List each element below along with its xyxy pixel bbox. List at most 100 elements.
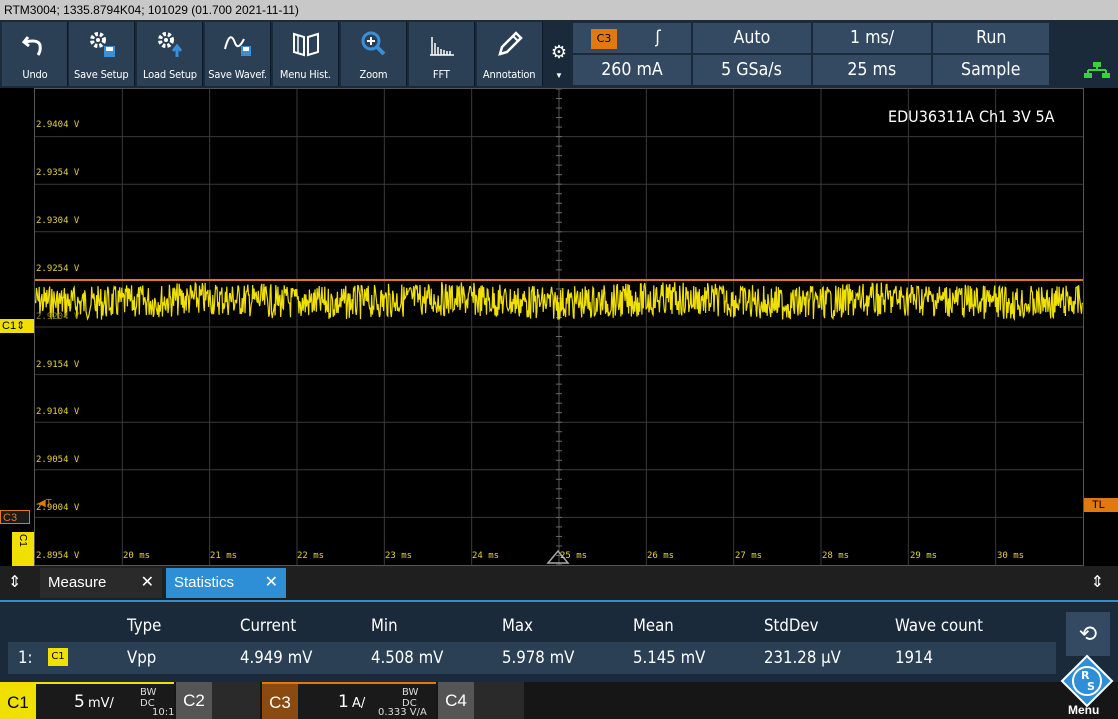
load-setup-button[interactable]: Load Setup [137, 22, 203, 86]
header-mean: Mean [633, 616, 674, 636]
tab-statistics-label: Statistics [174, 574, 235, 591]
sample-rate-cell[interactable]: 5 GSa/s [692, 54, 812, 86]
ch1-scale: 5 [74, 692, 85, 712]
save-setup-button[interactable]: Save Setup [69, 22, 135, 86]
zoom-icon [361, 31, 385, 56]
y-label: 2.9104 V [36, 407, 80, 417]
pencil-icon [497, 31, 523, 56]
trigger-mode-cell[interactable]: Auto [692, 22, 812, 54]
y-label: 2.9204 V [36, 312, 80, 322]
undo-button[interactable]: Undo [2, 22, 68, 86]
trigger-source-cell[interactable]: C3 ʃ [572, 22, 692, 54]
book-icon [292, 32, 319, 57]
tab-measure[interactable]: Measure ✕ [40, 568, 162, 598]
x-label: 25 ms [560, 551, 588, 561]
ch1-side-label: C1 [17, 534, 28, 547]
network-icon [1084, 62, 1110, 78]
y-label: 2.9054 V [36, 455, 80, 465]
menu-history-button[interactable]: Menu Hist. [273, 22, 339, 86]
x-label: 30 ms [997, 551, 1025, 561]
tl-label: TL [1092, 499, 1105, 511]
x-label: 29 ms [910, 551, 938, 561]
zoom-label: Zoom [359, 68, 388, 81]
undo-icon [21, 36, 42, 56]
refresh-icon: ⟲ [1078, 621, 1098, 646]
x-label: 20 ms [123, 551, 151, 561]
row-index: 1: [18, 648, 33, 668]
cell-min: 4.508 mV [371, 648, 444, 668]
close-icon[interactable]: ✕ [265, 568, 278, 598]
gear-icon: ⚙ [550, 42, 568, 62]
close-icon[interactable]: ✕ [141, 568, 154, 598]
cell-current: 4.949 mV [240, 648, 313, 668]
load-setup-label: Load Setup [142, 68, 197, 81]
expand-left-icon[interactable]: ⇕ [8, 572, 21, 592]
y-label: 2.9254 V [36, 264, 80, 274]
x-label: 24 ms [472, 551, 500, 561]
acquire-mode-cell[interactable]: Sample [932, 54, 1050, 86]
ch1-coupling: BW DC [140, 687, 157, 709]
cell-mean: 5.145 mV [633, 648, 706, 668]
save-setup-label: Save Setup [74, 68, 129, 81]
record-length-cell[interactable]: 25 ms [812, 54, 932, 86]
ch1-marker-label: C1 [2, 320, 17, 332]
header-min: Min [371, 616, 398, 636]
ch3-coupling: BW DC [402, 687, 419, 709]
probe-label: EDU36311A Ch1 3V 5A [888, 107, 1055, 126]
y-label: 2.8954 V [36, 551, 80, 561]
y-label: 2.9304 V [36, 216, 80, 226]
trigger-mode: Auto [733, 27, 771, 48]
timebase-cell[interactable]: 1 ms/ [812, 22, 932, 54]
title-bar: RTM3004; 1335.8794K04; 101029 (01.700 20… [0, 0, 1118, 20]
header-type: Type [127, 616, 162, 636]
run-stop-cell[interactable]: Run [932, 22, 1050, 54]
gear-load-icon [157, 32, 182, 57]
ch1-settings[interactable]: C1 5 mV/ BW DC 10:1 [0, 682, 174, 719]
title-text: RTM3004; 1335.8794K04; 101029 (01.700 20… [4, 3, 299, 17]
ch3-unit: A/ [352, 696, 366, 711]
waveform-display[interactable] [34, 88, 1084, 566]
trigger-t-label: T [45, 498, 52, 509]
reset-statistics-button[interactable]: ⟲ [1066, 612, 1110, 656]
acquire-mode: Sample [961, 59, 1021, 80]
menu-history-label: Menu Hist. [280, 68, 331, 81]
ch1-side-tab[interactable]: C1 [12, 532, 34, 566]
table-row[interactable]: 1: C1 Vpp 4.949 mV 4.508 mV 5.978 mV 5.1… [8, 642, 1056, 674]
run-state: Run [975, 27, 1007, 48]
ch3-settings[interactable]: C3 1 A/ BW DC 0.333 V/A [262, 682, 436, 719]
trigger-level-cell[interactable]: 260 mA [572, 54, 692, 86]
save-waveform-button[interactable]: Save Wavef. [205, 22, 271, 86]
ch4-name: C4 [438, 682, 474, 719]
ch1-unit: mV/ [88, 696, 114, 711]
trigger-level-marker[interactable]: TL [1084, 498, 1118, 512]
ch3-offset-marker[interactable]: C3 [0, 510, 30, 524]
zoom-button[interactable]: Zoom [341, 22, 407, 86]
statistics-panel: Type Current Min Max Mean StdDev Wave co… [0, 600, 1118, 682]
annotation-button[interactable]: Annotation [477, 22, 543, 86]
menu-label: Menu [1068, 703, 1100, 717]
waveform-save-icon [223, 36, 251, 56]
cell-wave-count: 1914 [895, 648, 934, 668]
tab-measure-label: Measure [48, 574, 107, 591]
result-tab-bar: ⇕ Measure ✕ Statistics ✕ ⇕ [0, 566, 1118, 600]
fft-button[interactable]: FFT [409, 22, 475, 86]
x-label: 27 ms [735, 551, 763, 561]
trigger-level: 260 mA [601, 59, 663, 80]
record-length: 25 ms [847, 59, 897, 80]
tab-statistics[interactable]: Statistics ✕ [166, 568, 286, 598]
channel-bar: C1 5 mV/ BW DC 10:1 C2 C3 1 A/ BW DC 0.3… [0, 654, 1118, 719]
menu-button[interactable]: R S Menu [1058, 654, 1116, 719]
x-label: 22 ms [297, 551, 325, 561]
fft-icon [429, 37, 454, 56]
waveform-graticule [34, 88, 1084, 566]
header-current: Current [240, 616, 297, 636]
expand-right-icon[interactable]: ⇕ [1091, 572, 1104, 592]
ch3-marker-label: C3 [3, 512, 18, 524]
x-label: 23 ms [385, 551, 413, 561]
ch4-settings[interactable]: C4 [438, 682, 524, 719]
ch1-name: C1 [0, 684, 36, 719]
settings-button[interactable]: ⚙ ▼ [548, 22, 570, 88]
ch1-offset-marker[interactable]: C1⇕ [0, 319, 34, 333]
rs-logo-icon: R S [1060, 654, 1114, 708]
ch2-settings[interactable]: C2 [176, 682, 260, 719]
